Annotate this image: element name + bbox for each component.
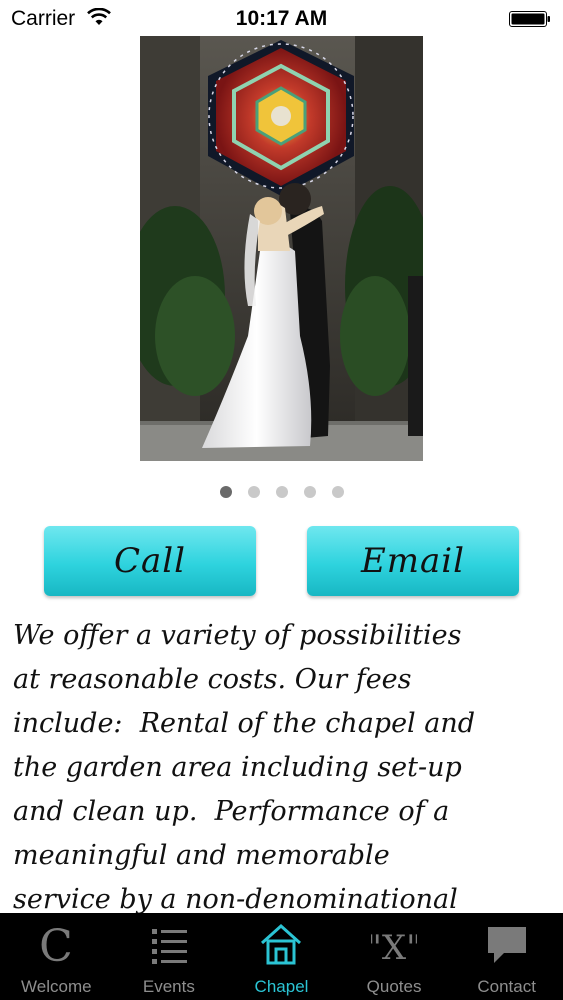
- description-line: the garden area including set-up: [13, 752, 462, 783]
- page-dot[interactable]: [219, 486, 232, 498]
- tab-quotes[interactable]: "X" Quotes: [338, 913, 451, 1000]
- chapel-description: We offer a variety of possibilities at re…: [13, 614, 553, 914]
- list-icon: [146, 921, 192, 967]
- quote-x-icon: "X": [371, 921, 417, 967]
- chapel-photo-illustration: [140, 36, 423, 461]
- welcome-c-icon: C: [33, 921, 79, 967]
- tab-events[interactable]: Events: [113, 913, 226, 1000]
- chapel-photo[interactable]: [140, 36, 423, 461]
- status-bar: Carrier 10:17 AM: [0, 0, 563, 36]
- call-button[interactable]: Call: [44, 526, 256, 596]
- page-dot[interactable]: [303, 486, 316, 498]
- svg-text:"X": "X": [371, 928, 417, 967]
- email-button[interactable]: Email: [307, 526, 519, 596]
- svg-text:C: C: [39, 921, 73, 967]
- clock: 10:17 AM: [235, 7, 328, 30]
- description-line: We offer a variety of possibilities: [13, 620, 462, 651]
- page-dot[interactable]: [247, 486, 260, 498]
- page-dot[interactable]: [331, 486, 344, 498]
- tab-bar: C Welcome Events Chapel "X" Quotes Contact: [0, 913, 563, 1000]
- tab-welcome[interactable]: C Welcome: [0, 913, 113, 1000]
- tab-label: Events: [142, 977, 195, 996]
- description-line: at reasonable costs. Our fees: [13, 664, 412, 695]
- description-line: meaningful and memorable: [13, 840, 390, 871]
- tab-chapel[interactable]: Chapel: [225, 913, 338, 1000]
- page-dot[interactable]: [275, 486, 288, 498]
- tab-contact[interactable]: Contact: [450, 913, 563, 1000]
- description-line: include: Rental of the chapel and: [13, 708, 476, 739]
- tab-label: Welcome: [21, 977, 92, 996]
- description-line: service by a non-denominational: [13, 884, 458, 914]
- battery-icon: [509, 11, 550, 27]
- chapel-house-icon: [258, 921, 304, 967]
- description-line: and clean up. Performance of a: [13, 796, 450, 827]
- tab-label: Chapel: [254, 977, 309, 996]
- tab-label: Quotes: [366, 977, 422, 996]
- tab-label: Contact: [477, 977, 536, 996]
- speech-bubble-icon: [484, 921, 530, 967]
- page-indicator[interactable]: [0, 486, 563, 500]
